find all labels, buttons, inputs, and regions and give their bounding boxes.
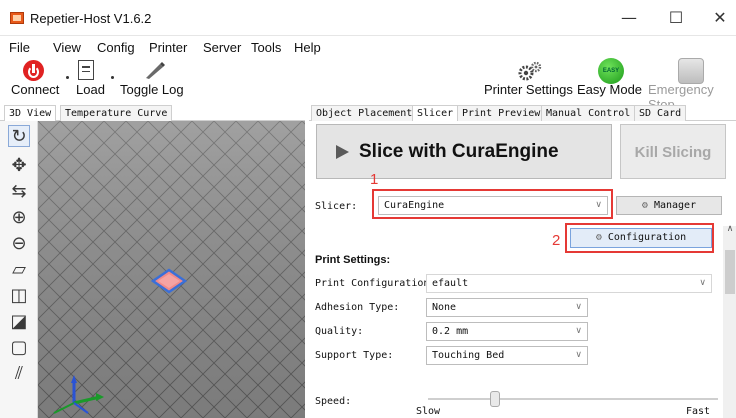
view-tools-sidebar: ↻ ✥ ⇆ ⊕ ⊖ ▱ ◫ ◪ ▢ ⫽	[0, 121, 38, 418]
title-bar: Repetier-Host V1.6.2 — ☐ ✕	[0, 0, 736, 36]
minimize-button[interactable]: —	[609, 8, 649, 28]
quality-label: Quality:	[315, 326, 364, 337]
adhesion-type-label: Adhesion Type:	[315, 302, 400, 313]
tab-temperature-curve[interactable]: Temperature Curve	[60, 105, 173, 121]
left-tab-bar: 3D View Temperature Curve	[0, 104, 305, 121]
print-configuration-select[interactable]: efault ∨	[426, 274, 712, 293]
quality-value: 0.2 mm	[432, 326, 469, 337]
load-button[interactable]: Load	[76, 82, 105, 97]
toolbar: Connect Load Toggle Log Printer Settings…	[0, 56, 736, 112]
menu-tools[interactable]: Tools	[251, 40, 281, 55]
connect-button[interactable]: Connect	[11, 82, 59, 97]
support-type-select[interactable]: Touching Bed ∨	[426, 346, 588, 365]
parallel-projection-icon[interactable]: ⫽	[8, 363, 30, 385]
separator-dot	[111, 76, 114, 79]
print-settings-heading: Print Settings:	[315, 254, 391, 266]
load-icon[interactable]	[78, 60, 94, 80]
tab-object-placement[interactable]: Object Placement	[311, 105, 418, 121]
zoom-in-icon[interactable]: ⊕	[8, 207, 30, 229]
reset-view-icon[interactable]: ↻	[8, 125, 30, 147]
easy-mode-button[interactable]: Easy Mode	[577, 82, 642, 97]
printer-settings-icon[interactable]	[518, 61, 542, 81]
quality-select[interactable]: 0.2 mm ∨	[426, 322, 588, 341]
view-side-icon[interactable]: ◪	[8, 311, 30, 333]
scrollbar-thumb[interactable]	[725, 250, 735, 294]
print-configuration-label: Print Configuration:	[315, 278, 436, 289]
menu-file[interactable]: File	[9, 40, 30, 55]
play-icon	[336, 145, 349, 159]
tab-3d-view[interactable]: 3D View	[4, 105, 57, 121]
view-iso-icon[interactable]: ▱	[8, 259, 30, 281]
printer-settings-button[interactable]: Printer Settings	[484, 82, 573, 97]
chevron-down-icon: ∨	[575, 302, 582, 312]
menu-help[interactable]: Help	[294, 40, 321, 55]
move-object-icon[interactable]: ⇆	[8, 181, 30, 203]
maximize-button[interactable]: ☐	[656, 8, 696, 28]
easy-mode-icon[interactable]: EASY	[598, 58, 624, 84]
kill-slicing-button[interactable]: Kill Slicing	[620, 124, 726, 179]
support-type-value: Touching Bed	[432, 350, 505, 361]
slice-with-curaengine-button[interactable]: Slice with CuraEngine	[316, 124, 612, 179]
slicer-label: Slicer:	[315, 201, 358, 212]
menu-server[interactable]: Server	[203, 40, 241, 55]
chevron-down-icon: ∨	[575, 350, 582, 360]
move-icon[interactable]: ✥	[8, 155, 30, 177]
annotation-number-2: 2	[552, 232, 561, 249]
speed-slow-label: Slow	[416, 406, 441, 417]
annotation-number-1: 1	[370, 171, 379, 188]
zoom-out-icon[interactable]: ⊖	[8, 233, 30, 255]
slice-button-label: Slice with CuraEngine	[359, 141, 559, 162]
support-type-label: Support Type:	[315, 350, 394, 361]
manager-button-label: Manager	[653, 200, 697, 211]
chevron-down-icon: ∨	[575, 326, 582, 336]
toggle-log-button[interactable]: Toggle Log	[120, 82, 184, 97]
manager-button[interactable]: ⚙ Manager	[616, 196, 722, 215]
menu-config[interactable]: Config	[97, 40, 135, 55]
emergency-stop-icon	[678, 58, 704, 84]
annotation-box-2	[565, 223, 714, 253]
adhesion-type-value: None	[432, 302, 457, 313]
view-front-icon[interactable]: ◫	[8, 285, 30, 307]
tab-sd-card[interactable]: SD Card	[634, 105, 687, 121]
right-tab-bar: Object Placement Slicer Print Preview Ma…	[309, 104, 736, 121]
speed-fast-label: Fast	[686, 406, 711, 417]
toggle-log-icon[interactable]	[142, 60, 166, 80]
print-configuration-value: efault	[432, 278, 469, 289]
speed-slider-track[interactable]	[428, 398, 718, 400]
speed-slider-handle[interactable]	[490, 391, 500, 407]
close-button[interactable]: ✕	[700, 8, 736, 28]
separator-dot	[66, 76, 69, 79]
scroll-up-icon[interactable]: ∧	[724, 224, 736, 234]
adhesion-type-select[interactable]: None ∨	[426, 298, 588, 317]
chevron-down-icon: ∨	[699, 278, 706, 288]
window-title: Repetier-Host V1.6.2	[30, 11, 152, 26]
tab-manual-control[interactable]: Manual Control	[541, 105, 636, 121]
3d-viewport[interactable]	[38, 121, 305, 418]
gear-icon: ⚙	[641, 200, 648, 211]
annotation-box-1	[372, 189, 613, 219]
menu-printer[interactable]: Printer	[149, 40, 187, 55]
tab-slicer[interactable]: Slicer	[412, 105, 459, 121]
tab-print-preview[interactable]: Print Preview	[457, 105, 546, 121]
speed-label: Speed:	[315, 396, 352, 407]
view-top-icon[interactable]: ▢	[8, 337, 30, 359]
connect-icon[interactable]	[23, 60, 44, 81]
app-icon	[10, 12, 24, 24]
menu-view[interactable]: View	[53, 40, 81, 55]
